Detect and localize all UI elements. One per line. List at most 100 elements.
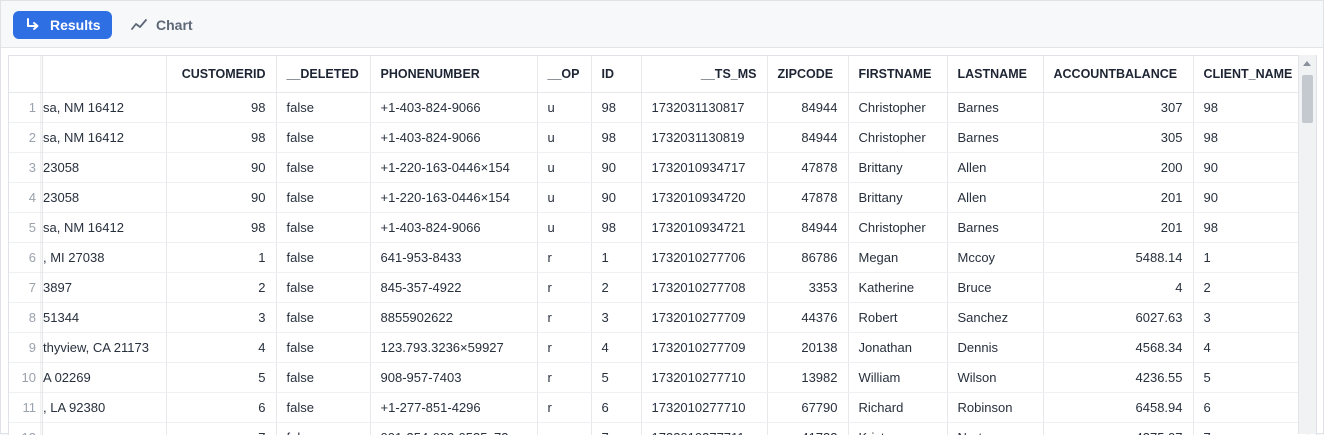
cell-phonenumber[interactable]: +1-403-824-9066 (370, 92, 538, 123)
cell-ts-ms[interactable]: 1732010934717 (641, 152, 768, 183)
cell-op[interactable]: u (537, 122, 592, 153)
cell-zipcode[interactable]: 67790 (767, 392, 849, 423)
cell-address[interactable]: 23058 (43, 152, 167, 183)
cell-op[interactable]: r (537, 242, 592, 273)
cell-deleted[interactable]: false (276, 362, 371, 393)
results-button[interactable]: Results (13, 11, 112, 39)
cell-ts-ms[interactable]: 1732010277711 (641, 422, 768, 435)
cell-customerid[interactable]: 90 (166, 182, 277, 213)
cell-id[interactable]: 1 (591, 242, 642, 273)
cell-firstname[interactable]: Christopher (848, 212, 948, 243)
cell-zipcode[interactable]: 47878 (767, 182, 849, 213)
cell-customerid[interactable]: 98 (166, 92, 277, 123)
cell-firstname[interactable]: Brittany (848, 182, 948, 213)
table-row[interactable]: sa, NM 16412 98 false +1-403-824-9066 u 98 173… (43, 212, 1308, 243)
column-header-ts-ms[interactable]: __TS_MS (641, 56, 768, 93)
cell-customerid[interactable]: 2 (166, 272, 277, 303)
cell-firstname[interactable]: Katherine (848, 272, 948, 303)
cell-deleted[interactable]: false (276, 272, 371, 303)
cell-op[interactable]: r (537, 332, 592, 363)
column-header-client-name[interactable]: CLIENT_NAME (1193, 56, 1308, 93)
cell-customerid[interactable]: 90 (166, 152, 277, 183)
cell-firstname[interactable]: Christopher (848, 92, 948, 123)
cell-phonenumber[interactable]: +1-220-163-0446×154 (370, 182, 538, 213)
cell-lastname[interactable]: Robinson (947, 392, 1044, 423)
cell-zipcode[interactable]: 47878 (767, 152, 849, 183)
cell-client-name[interactable]: 7 (1193, 422, 1308, 435)
cell-op[interactable]: r (537, 362, 592, 393)
column-header-address[interactable] (43, 56, 167, 93)
cell-lastname[interactable]: Mccoy (947, 242, 1044, 273)
column-header-phonenumber[interactable]: PHONENUMBER (370, 56, 538, 93)
column-header-firstname[interactable]: FIRSTNAME (848, 56, 948, 93)
cell-ts-ms[interactable]: 1732010934721 (641, 212, 768, 243)
cell-id[interactable]: 98 (591, 212, 642, 243)
cell-lastname[interactable]: Sanchez (947, 302, 1044, 333)
cell-id[interactable]: 98 (591, 122, 642, 153)
cell-firstname[interactable]: Richard (848, 392, 948, 423)
cell-lastname[interactable]: Barnes (947, 212, 1044, 243)
cell-id[interactable]: 90 (591, 182, 642, 213)
cell-client-name[interactable]: 90 (1193, 182, 1308, 213)
cell-op[interactable]: r (537, 302, 592, 333)
cell-op[interactable]: u (537, 92, 592, 123)
cell-ts-ms[interactable]: 1732010934720 (641, 182, 768, 213)
cell-client-name[interactable]: 6 (1193, 392, 1308, 423)
cell-op[interactable]: r (537, 272, 592, 303)
cell-customerid[interactable]: 98 (166, 122, 277, 153)
cell-op[interactable]: u (537, 152, 592, 183)
cell-deleted[interactable]: false (276, 332, 371, 363)
cell-firstname[interactable]: William (848, 362, 948, 393)
cell-firstname[interactable]: Jonathan (848, 332, 948, 363)
cell-firstname[interactable]: Christopher (848, 122, 948, 153)
column-header-id[interactable]: ID (591, 56, 642, 93)
cell-client-name[interactable]: 2 (1193, 272, 1308, 303)
cell-address[interactable]: A 02269 (43, 362, 167, 393)
cell-deleted[interactable]: false (276, 152, 371, 183)
table-row[interactable]: sa, NM 16412 98 false +1-403-824-9066 u 98 173… (43, 122, 1308, 153)
cell-address[interactable]: 3897 (43, 272, 167, 303)
cell-address[interactable]: , LA 92380 (43, 392, 167, 423)
cell-deleted[interactable]: false (276, 422, 371, 435)
cell-ts-ms[interactable]: 1732031130819 (641, 122, 768, 153)
cell-op[interactable]: u (537, 212, 592, 243)
cell-lastname[interactable]: Wilson (947, 362, 1044, 393)
cell-zipcode[interactable]: 84944 (767, 212, 849, 243)
table-row[interactable]: 3897 2 false 845-357-4922 r 2 1732010277708 335… (43, 272, 1308, 303)
cell-zipcode[interactable]: 84944 (767, 92, 849, 123)
cell-phonenumber[interactable]: 641-953-8433 (370, 242, 538, 273)
cell-customerid[interactable]: 4 (166, 332, 277, 363)
cell-lastname[interactable]: Bruce (947, 272, 1044, 303)
cell-address[interactable]: , MI 27038 (43, 242, 167, 273)
cell-customerid[interactable]: 7 (166, 422, 277, 435)
cell-deleted[interactable]: false (276, 302, 371, 333)
cell-address[interactable]: 51344 (43, 302, 167, 333)
cell-firstname[interactable]: Kristen (848, 422, 948, 435)
cell-accountbalance[interactable]: 5488.14 (1043, 242, 1194, 273)
cell-customerid[interactable]: 1 (166, 242, 277, 273)
cell-accountbalance[interactable]: 4 (1043, 272, 1194, 303)
cell-phonenumber[interactable]: +1-403-824-9066 (370, 212, 538, 243)
cell-id[interactable]: 7 (591, 422, 642, 435)
cell-client-name[interactable]: 1 (1193, 242, 1308, 273)
cell-deleted[interactable]: false (276, 212, 371, 243)
cell-lastname[interactable]: Barnes (947, 92, 1044, 123)
cell-zipcode[interactable]: 3353 (767, 272, 849, 303)
cell-client-name[interactable]: 5 (1193, 362, 1308, 393)
cell-ts-ms[interactable]: 1732010277710 (641, 392, 768, 423)
cell-accountbalance[interactable]: 6027.63 (1043, 302, 1194, 333)
cell-accountbalance[interactable]: 307 (1043, 92, 1194, 123)
cell-op[interactable]: r (537, 392, 592, 423)
cell-ts-ms[interactable]: 1732010277709 (641, 332, 768, 363)
cell-client-name[interactable]: 98 (1193, 92, 1308, 123)
cell-accountbalance[interactable]: 201 (1043, 212, 1194, 243)
cell-zipcode[interactable]: 13982 (767, 362, 849, 393)
table-row[interactable]: , LA 92380 6 false +1-277-851-4296 r 6 1732010… (43, 392, 1308, 423)
cell-phonenumber[interactable]: +1-403-824-9066 (370, 122, 538, 153)
column-header-lastname[interactable]: LASTNAME (947, 56, 1044, 93)
cell-customerid[interactable]: 3 (166, 302, 277, 333)
column-header-customerid[interactable]: CUSTOMERID (166, 56, 277, 93)
cell-firstname[interactable]: Robert (848, 302, 948, 333)
column-header-op[interactable]: __OP (537, 56, 592, 93)
cell-phonenumber[interactable]: +1-220-163-0446×154 (370, 152, 538, 183)
